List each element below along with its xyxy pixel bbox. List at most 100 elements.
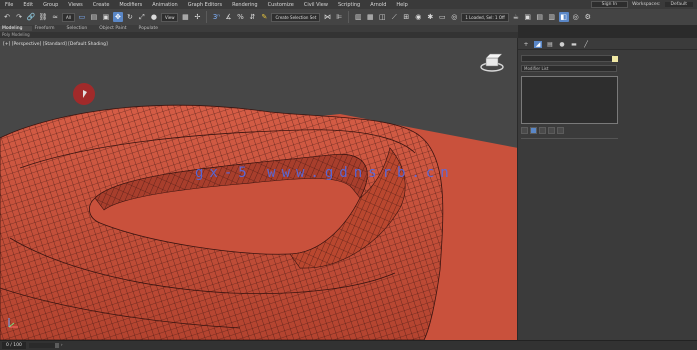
- spinner-snap-icon[interactable]: ⇵: [247, 12, 257, 22]
- modify-tab-icon[interactable]: ◢: [534, 41, 542, 48]
- move-icon[interactable]: ✥: [112, 12, 123, 22]
- scale-icon[interactable]: ⤢: [137, 12, 147, 22]
- tab-selection[interactable]: Selection: [65, 26, 98, 31]
- place-icon[interactable]: ●: [149, 12, 159, 22]
- viewport-label[interactable]: [+] [Perspective] [Standard] [Default Sh…: [3, 42, 108, 47]
- teapot-icon[interactable]: ☕: [511, 12, 521, 22]
- menu-edit[interactable]: Edit: [18, 2, 38, 8]
- region-select-icon[interactable]: ▣: [101, 12, 111, 22]
- reference-coordinate-dropdown[interactable]: View: [160, 12, 179, 22]
- render-setup-icon[interactable]: ✱: [425, 12, 435, 22]
- render-icon[interactable]: ◎: [449, 12, 459, 22]
- arnold-icon[interactable]: ◎: [571, 12, 581, 22]
- time-slider-bar: 0 / 100 ›: [0, 340, 697, 350]
- menu-right-group: Sign In Workspaces: Default: [590, 1, 697, 8]
- sign-in-button[interactable]: Sign In: [590, 1, 629, 8]
- material-icon[interactable]: ◉: [413, 12, 423, 22]
- layer-icon[interactable]: ▥: [353, 12, 363, 22]
- utilities-tab-icon[interactable]: ╱: [582, 41, 590, 48]
- display-tab-icon[interactable]: ▬: [570, 41, 578, 48]
- remove-modifier-icon[interactable]: [548, 127, 555, 134]
- create-tab-icon[interactable]: +: [522, 41, 530, 48]
- configure-sets-icon[interactable]: [557, 127, 564, 134]
- time-slider[interactable]: [28, 343, 59, 348]
- selection-filter-dropdown[interactable]: All: [62, 12, 75, 22]
- render-frame-icon[interactable]: ▭: [437, 12, 447, 22]
- select-icon[interactable]: ▭: [77, 12, 87, 22]
- main-toolbar: ↶ ↷ 🔗 ⛓ ≈ All ▭ ▤ ▣ ✥ ↻ ⤢ ● View ▦ ✢ 3ⁿ …: [0, 9, 697, 25]
- menu-bar: File Edit Group Views Create Modifiers A…: [0, 0, 697, 9]
- pin-stack-icon[interactable]: [521, 127, 528, 134]
- make-unique-icon[interactable]: [539, 127, 546, 134]
- tab-modeling[interactable]: Modeling: [0, 26, 33, 31]
- tab-freeform[interactable]: Freeform: [32, 26, 64, 31]
- align-icon[interactable]: ⊫: [334, 12, 344, 22]
- selection-set-dropdown[interactable]: Create Selection Set: [271, 12, 321, 22]
- undo-icon[interactable]: ↶: [2, 12, 12, 22]
- menu-civil-view[interactable]: Civil View: [299, 2, 333, 8]
- pivot-icon[interactable]: ▦: [180, 12, 190, 22]
- render-production-icon[interactable]: ▣: [523, 12, 533, 22]
- modifier-stack[interactable]: [521, 76, 618, 124]
- menu-customize[interactable]: Customize: [263, 2, 299, 8]
- settings-icon[interactable]: ⚙: [583, 12, 593, 22]
- viewport-layout-icon[interactable]: ◧: [558, 12, 569, 22]
- frame-counter[interactable]: 0 / 100: [2, 342, 26, 349]
- axis-tripod-icon: [8, 318, 18, 328]
- angle-snap-icon[interactable]: ∡: [223, 12, 233, 22]
- show-end-result-icon[interactable]: [530, 127, 537, 134]
- toolbar-separator: [206, 11, 208, 23]
- object-color-swatch[interactable]: [612, 56, 618, 62]
- bind-icon[interactable]: ≈: [50, 12, 60, 22]
- ribbon-tabs: Modeling Freeform Selection Object Paint…: [0, 25, 518, 32]
- render-status-dropdown[interactable]: 1 Loaded, Sel: 1 Off: [461, 12, 509, 22]
- command-panel-tabs: + ◢ ▤ ● ▬ ╱: [518, 38, 697, 50]
- 3ds-max-window: File Edit Group Views Create Modifiers A…: [0, 0, 697, 350]
- menu-views[interactable]: Views: [63, 2, 87, 8]
- tab-populate[interactable]: Populate: [137, 26, 169, 31]
- modifier-list-dropdown[interactable]: Modifier List: [521, 65, 617, 72]
- curve-editor-icon[interactable]: ⟋: [389, 12, 399, 22]
- link-icon[interactable]: 🔗: [26, 12, 36, 22]
- perspective-viewport[interactable]: [+] [Perspective] [Standard] [Default Sh…: [0, 38, 518, 340]
- redo-icon[interactable]: ↷: [14, 12, 24, 22]
- named-selection-icon[interactable]: ✎: [259, 12, 269, 22]
- render-active-icon[interactable]: ▥: [547, 12, 557, 22]
- percent-snap-icon[interactable]: %: [235, 12, 245, 22]
- menu-group[interactable]: Group: [38, 2, 63, 8]
- hierarchy-tab-icon[interactable]: ▤: [546, 41, 554, 48]
- watermark-text: gx-5 www.gdnsrb.cn: [195, 165, 455, 181]
- unlink-icon[interactable]: ⛓: [38, 12, 48, 22]
- tab-object-paint[interactable]: Object Paint: [97, 26, 136, 31]
- graph-icon[interactable]: ◫: [377, 12, 387, 22]
- manipulate-icon[interactable]: ✢: [192, 12, 202, 22]
- next-frame-icon[interactable]: ›: [61, 343, 63, 348]
- render-iterative-icon[interactable]: ▤: [535, 12, 545, 22]
- menu-arnold[interactable]: Arnold: [365, 2, 391, 8]
- panel-divider: [521, 138, 618, 139]
- motion-tab-icon[interactable]: ●: [558, 41, 566, 48]
- menu-modifiers[interactable]: Modifiers: [114, 2, 147, 8]
- select-by-name-icon[interactable]: ▤: [89, 12, 99, 22]
- command-panel: + ◢ ▤ ● ▬ ╱ Modifier List: [518, 38, 697, 340]
- viewcube-icon[interactable]: [480, 52, 504, 72]
- menu-create[interactable]: Create: [88, 2, 115, 8]
- rotate-icon[interactable]: ↻: [125, 12, 135, 22]
- menu-rendering[interactable]: Rendering: [227, 2, 263, 8]
- modifier-stack-controls: [521, 127, 564, 134]
- mirror-icon[interactable]: ⋈: [322, 12, 332, 22]
- menu-animation[interactable]: Animation: [147, 2, 183, 8]
- workspaces-label: Workspaces:: [632, 2, 661, 7]
- toolbar-separator: [348, 11, 350, 23]
- mouse-cursor-highlight: [73, 83, 95, 105]
- workspaces-dropdown[interactable]: Default: [664, 2, 693, 7]
- menu-graph-editors[interactable]: Graph Editors: [183, 2, 227, 8]
- object-name-field[interactable]: [521, 55, 614, 62]
- menu-file[interactable]: File: [0, 2, 18, 8]
- menu-scripting[interactable]: Scripting: [333, 2, 365, 8]
- snap-icon[interactable]: 3ⁿ: [211, 12, 221, 22]
- viewport-scene: [0, 104, 517, 340]
- menu-help[interactable]: Help: [391, 2, 412, 8]
- scene-explorer-icon[interactable]: ▦: [365, 12, 375, 22]
- schematic-icon[interactable]: ⊞: [401, 12, 411, 22]
